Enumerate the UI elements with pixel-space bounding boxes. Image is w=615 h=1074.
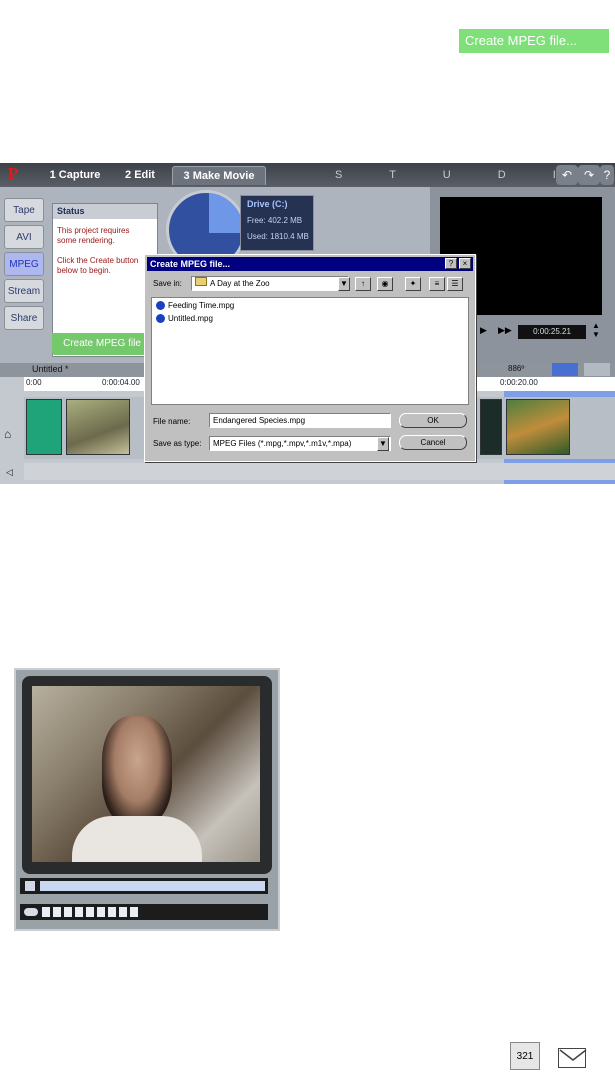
mpeg-file-icon (156, 314, 165, 324)
segment (108, 907, 116, 917)
redo-button[interactable]: ↷ (578, 165, 600, 185)
file-name-label: File name: (153, 417, 191, 426)
tape-icon (24, 908, 38, 916)
chevron-down-icon[interactable]: ▼ (338, 277, 350, 291)
side-tab-avi[interactable]: AVI (4, 225, 44, 249)
create-mpeg-file-button[interactable]: Create MPEG file... (459, 29, 609, 53)
side-tab-tape[interactable]: Tape (4, 198, 44, 222)
ruler-label: 0:00:04.00 (102, 378, 140, 387)
drive-used: Used: 1810.4 MB (247, 232, 309, 241)
video-preview (32, 686, 260, 862)
save-as-type-label: Save as type: (153, 439, 202, 448)
ruler-label: 0:00 (26, 378, 42, 387)
side-tab-stream[interactable]: Stream (4, 279, 44, 303)
create-mpeg-button[interactable]: Create MPEG file (52, 333, 152, 355)
undo-button[interactable]: ↶ (556, 165, 578, 185)
speaker-icon: ◁ (6, 467, 13, 477)
status-line: Click the Create button (57, 256, 139, 265)
person-shirt (72, 816, 202, 862)
progress-fill (40, 881, 265, 891)
mpeg-file-icon (156, 301, 165, 311)
save-in-label: Save in: (153, 279, 182, 288)
video-player (14, 668, 280, 931)
list-item[interactable]: Feeding Time.mpg (156, 301, 234, 311)
mail-icon[interactable] (558, 1048, 587, 1068)
file-list[interactable]: Feeding Time.mpg Untitled.mpg (151, 297, 469, 405)
side-tab-share[interactable]: Share (4, 306, 44, 330)
transition-clip[interactable] (26, 399, 62, 455)
clapperboard-icon[interactable]: 321 (510, 1042, 540, 1070)
segment-bar (20, 904, 268, 920)
progress-bar[interactable] (20, 878, 268, 894)
dialog-title: Create MPEG file... (147, 257, 473, 271)
drive-free: Free: 402.2 MB (247, 216, 303, 225)
save-in-value: A Day at the Zoo (210, 279, 270, 288)
list-view-icon[interactable]: ≡ (429, 277, 445, 291)
tab-edit[interactable]: 2 Edit (114, 166, 166, 185)
transition-clip[interactable] (480, 399, 502, 455)
list-item[interactable]: Untitled.mpg (156, 314, 213, 324)
tab-make-movie[interactable]: 3 Make Movie (172, 166, 266, 185)
save-as-type-dropdown[interactable]: MPEG Files (*.mpg,*.mpv,*.m1v,*.mpa) (209, 436, 391, 451)
folder-icon (195, 277, 207, 286)
timecode-stepper-icon[interactable]: ▲ ▼ (592, 321, 600, 339)
up-folder-icon[interactable]: ↑ (355, 277, 371, 291)
chevron-down-icon[interactable]: ▼ (377, 437, 389, 451)
project-name: Untitled * (32, 364, 69, 374)
file-name-input[interactable]: Endangered Species.mpg (209, 413, 391, 428)
segment (86, 907, 94, 917)
ok-button[interactable]: OK (399, 413, 467, 428)
drive-info: Drive (C:) Free: 402.2 MB Used: 1810.4 M… (240, 195, 314, 251)
segment (130, 907, 138, 917)
person-icon (25, 881, 35, 891)
fast-forward-icon[interactable]: ▶▶ (498, 325, 512, 336)
segment (119, 907, 127, 917)
status-line: some rendering. (57, 236, 115, 245)
help-button[interactable]: ? (600, 165, 614, 185)
tab-capture[interactable]: 1 Capture (36, 166, 114, 185)
cancel-button[interactable]: Cancel (399, 435, 467, 450)
segment (53, 907, 61, 917)
video-frame (22, 676, 272, 874)
new-folder-icon[interactable]: ✦ (405, 277, 421, 291)
play-icon[interactable]: ▶ (480, 325, 487, 336)
create-mpeg-dialog: Create MPEG file... ? × Save in: A Day a… (144, 254, 476, 462)
status-line: This project requires (57, 226, 130, 235)
status-title: Status (53, 204, 157, 219)
timecode-display: 0:00:25.21 (518, 325, 586, 339)
help-icon[interactable]: ? (445, 258, 457, 269)
camera-icon: ⌂ (4, 427, 12, 441)
studio-logo: P (8, 164, 19, 183)
tiger-clip[interactable] (506, 399, 570, 455)
elephant-clip[interactable] (66, 399, 130, 455)
close-icon[interactable]: × (459, 258, 471, 269)
status-line: below to begin. (57, 266, 111, 275)
segment (42, 907, 50, 917)
segment (97, 907, 105, 917)
title-bar: P 1 Capture 2 Edit 3 Make Movie S T U D … (0, 163, 615, 200)
segment (64, 907, 72, 917)
person-figure (102, 716, 172, 826)
timeline-tool-label: 886º (508, 364, 525, 373)
details-view-icon[interactable]: ☰ (447, 277, 463, 291)
envelope-shape (559, 1049, 587, 1061)
audio-track (24, 463, 615, 480)
segment (75, 907, 83, 917)
storyboard-view-button[interactable] (584, 363, 610, 376)
ruler-label: 0:00:20.00 (500, 378, 538, 387)
timeline-view-button[interactable] (552, 363, 578, 376)
drive-title: Drive (C:) (247, 199, 288, 209)
save-in-dropdown[interactable]: A Day at the Zoo (191, 276, 349, 291)
desktop-icon[interactable]: ◉ (377, 277, 393, 291)
side-tab-mpeg[interactable]: MPEG (4, 252, 44, 276)
